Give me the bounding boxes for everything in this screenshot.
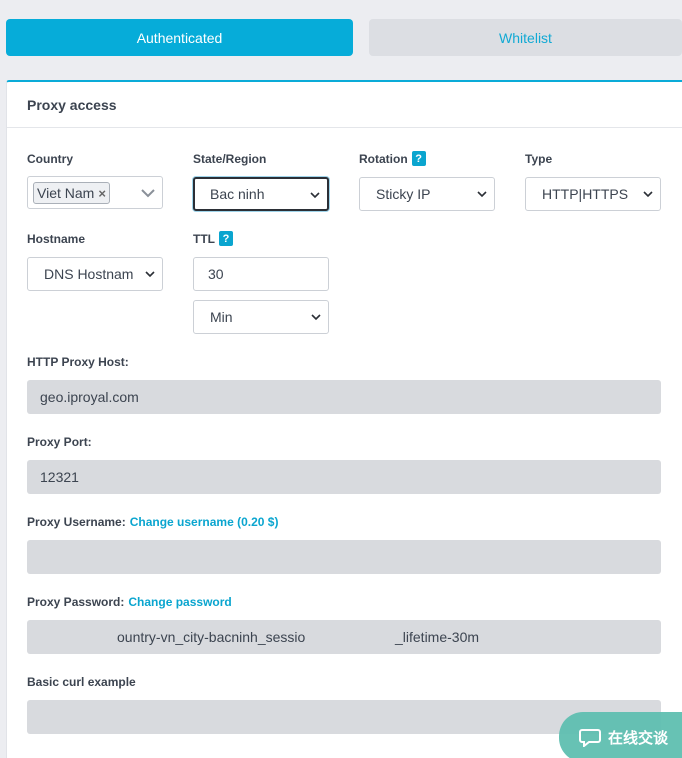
tab-whitelist[interactable]: Whitelist [369,19,682,56]
tab-authenticated[interactable]: Authenticated [6,19,353,56]
country-label: Country [27,152,73,166]
country-chip-label: Viet Nam [37,185,95,201]
proxy-host-value: geo.iproyal.com [40,389,139,405]
state-value: Bac ninh [210,186,265,202]
chevron-down-icon [477,191,487,198]
chevron-down-icon [311,314,321,321]
change-username-link[interactable]: Change username (0.20 $) [130,515,279,529]
ttl-unit-value: Min [210,309,233,325]
ttl-value: 30 [208,266,224,282]
ttl-label: TTL? [193,231,233,246]
remove-chip-icon[interactable]: × [98,186,106,201]
type-label: Type [525,152,553,166]
ttl-unit-select[interactable]: Min [193,300,329,334]
proxy-host-label: HTTP Proxy Host: [27,355,129,369]
proxy-password-part1: ountry-vn_city-bacninh_sessio [117,629,306,645]
hostname-label: Hostname [27,232,86,246]
chevron-down-icon [145,271,155,278]
country-chip: Viet Nam × [33,182,110,204]
rotation-select[interactable]: Sticky IP [359,177,495,211]
proxy-username-label: Proxy Username: Change username (0.20 $) [27,515,279,529]
rotation-label: Rotation? [359,151,426,166]
chevron-down-icon [643,191,653,198]
card-title: Proxy access [7,82,682,128]
live-chat-button[interactable]: 在线交谈 [559,712,682,758]
proxy-password-field[interactable]: ountry-vn_city-bacninh_sessio _lifetime-… [27,620,661,654]
type-select[interactable]: HTTP|HTTPS [525,177,661,211]
proxy-port-label: Proxy Port: [27,435,92,449]
proxy-port-value: 12321 [40,469,79,485]
proxy-password-part2: _lifetime-30m [395,629,480,645]
hostname-value: DNS Hostnam [44,266,134,282]
chevron-down-icon [310,192,320,199]
ttl-input[interactable]: 30 [193,257,329,291]
proxy-port-field[interactable]: 12321 [27,460,661,494]
state-label: State/Region [193,152,267,166]
rotation-help-icon[interactable]: ? [411,151,426,166]
chevron-down-icon [141,189,155,198]
ttl-help-icon[interactable]: ? [219,231,233,246]
rotation-value: Sticky IP [376,186,431,202]
hostname-select[interactable]: DNS Hostnam [27,257,163,291]
country-select[interactable]: Viet Nam × [27,176,163,209]
type-value: HTTP|HTTPS [542,186,629,202]
live-chat-label: 在线交谈 [608,729,669,747]
curl-example-label: Basic curl example [27,675,136,689]
proxy-username-field[interactable] [27,540,661,574]
proxy-password-label: Proxy Password: Change password [27,595,232,609]
change-password-link[interactable]: Change password [128,595,231,609]
state-select[interactable]: Bac ninh [193,177,329,211]
chat-bubble-icon [579,729,601,747]
proxy-host-field[interactable]: geo.iproyal.com [27,380,661,414]
